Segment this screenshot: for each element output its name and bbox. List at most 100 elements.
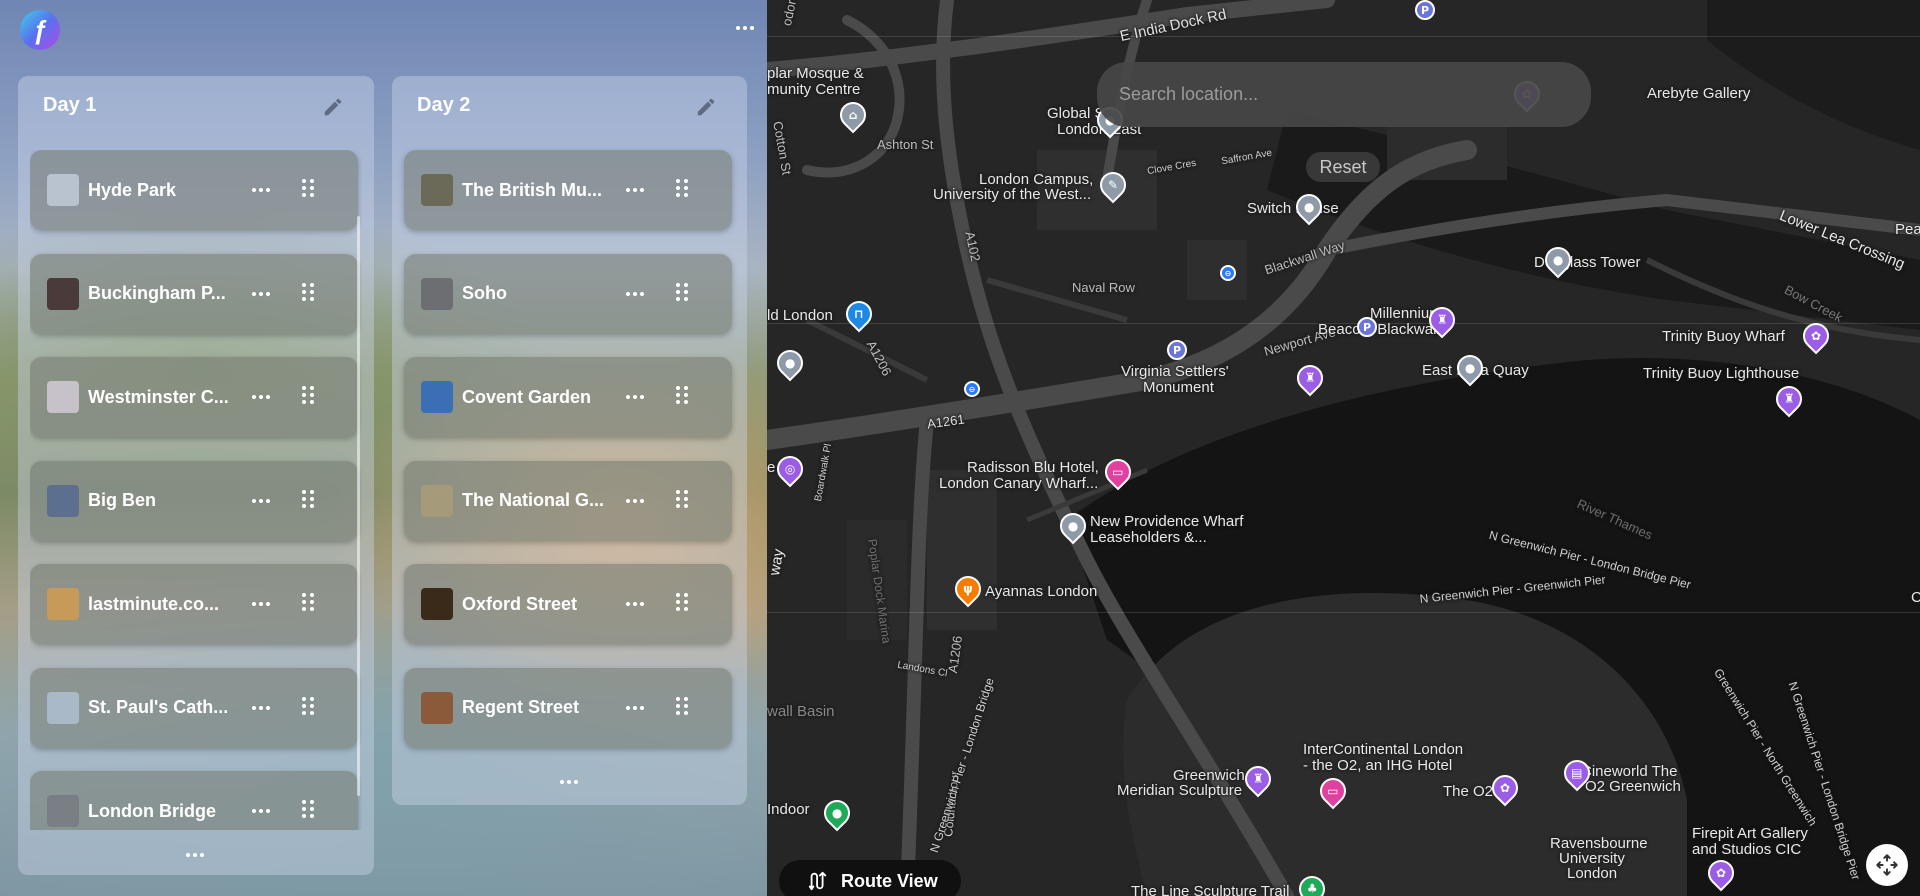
more-options-icon[interactable] xyxy=(250,594,272,614)
map-label: The Line Sculpture Trail xyxy=(1131,883,1290,896)
place-name: Buckingham P... xyxy=(88,283,226,303)
drag-handle-icon[interactable] xyxy=(302,593,316,613)
map-label: Trinity Buoy Lighthouse xyxy=(1643,365,1800,382)
edit-day-icon[interactable] xyxy=(695,96,717,118)
day-1-more-icon[interactable] xyxy=(180,848,210,862)
place-card[interactable]: Westminster C... xyxy=(30,357,358,437)
map-label: Firepit Art Gallery xyxy=(1692,825,1808,842)
place-thumbnail xyxy=(47,484,79,517)
search-bar[interactable] xyxy=(1097,62,1591,127)
more-options-icon[interactable] xyxy=(250,801,272,821)
place-thumbnail xyxy=(47,691,79,724)
drag-handle-icon[interactable] xyxy=(302,386,316,406)
map-label: O2 Greenwich xyxy=(1585,778,1681,795)
more-options-icon[interactable] xyxy=(624,284,646,304)
place-thumbnail xyxy=(421,691,453,724)
more-options-icon[interactable] xyxy=(624,180,646,200)
place-name: Soho xyxy=(462,283,507,303)
drag-handle-icon[interactable] xyxy=(676,386,690,406)
map-label: Radisson Blu Hotel, xyxy=(967,459,1099,476)
map-label: ld London xyxy=(767,307,833,324)
map-label: Greenwich xyxy=(1173,767,1245,784)
drag-handle-icon[interactable] xyxy=(302,282,316,303)
place-name: Westminster C... xyxy=(88,386,229,407)
more-options-icon[interactable] xyxy=(250,284,272,304)
place-name: St. Paul's Cath... xyxy=(88,697,229,717)
search-input[interactable] xyxy=(1119,84,1591,105)
drag-handle-icon[interactable] xyxy=(676,282,690,303)
reset-button[interactable]: Reset xyxy=(1306,152,1380,182)
map-label: Trinity Buoy Wharf xyxy=(1662,328,1785,345)
place-card[interactable]: Regent Street xyxy=(404,667,732,748)
place-card[interactable]: Hyde Park xyxy=(30,150,358,230)
place-card[interactable]: The National G... xyxy=(404,460,732,541)
panel-menu-icon[interactable] xyxy=(732,18,758,38)
place-name: Covent Garden xyxy=(462,386,592,407)
map-label: Leaseholders &... xyxy=(1090,529,1207,546)
place-card[interactable]: Covent Garden xyxy=(404,357,732,437)
map-grid-line xyxy=(767,612,1920,613)
place-name: The National G... xyxy=(462,490,605,510)
place-card[interactable]: St. Paul's Cath... xyxy=(30,667,358,748)
map-label: C xyxy=(1911,589,1920,606)
drag-handle-icon[interactable] xyxy=(676,179,690,199)
parking-pin-icon[interactable]: P xyxy=(1167,340,1187,360)
drag-handle-icon[interactable] xyxy=(676,593,690,613)
place-thumbnail xyxy=(47,795,79,827)
day-2-place-list: The British Mu... Soho Covent Garden The… xyxy=(404,150,735,771)
drag-handle-icon[interactable] xyxy=(302,489,316,510)
map-view[interactable]: E India Dock Rd plar Mosque & munity Cen… xyxy=(767,0,1920,896)
more-options-icon[interactable] xyxy=(250,698,272,718)
drag-handle-icon[interactable] xyxy=(676,696,690,717)
map-label: Indoor xyxy=(767,801,810,818)
place-card[interactable]: Big Ben xyxy=(30,460,358,541)
place-name: Regent Street xyxy=(462,697,580,717)
map-label: Meridian Sculpture xyxy=(1117,782,1243,799)
more-options-icon[interactable] xyxy=(250,180,272,200)
place-card[interactable]: Buckingham P... xyxy=(30,253,358,334)
more-options-icon[interactable] xyxy=(624,594,646,614)
edit-day-icon[interactable] xyxy=(322,96,344,118)
day-title: Day 1 xyxy=(43,93,97,116)
more-options-icon[interactable] xyxy=(624,387,646,407)
drag-handle-icon[interactable] xyxy=(302,179,316,199)
scrollbar-thumb[interactable] xyxy=(357,216,360,796)
place-thumbnail xyxy=(47,277,79,310)
app-logo[interactable]: ƒ xyxy=(20,10,60,50)
more-options-icon[interactable] xyxy=(250,387,272,407)
place-thumbnail xyxy=(421,588,453,620)
day-2-more-icon[interactable] xyxy=(554,775,584,789)
more-options-icon[interactable] xyxy=(624,491,646,511)
place-name: The British Mu... xyxy=(462,179,603,200)
map-label: Ayannas London xyxy=(985,583,1098,600)
map-label: Naval Row xyxy=(1072,280,1135,295)
place-name: Hyde Park xyxy=(88,179,177,200)
map-label: University xyxy=(1559,850,1625,867)
fullscreen-button[interactable] xyxy=(1866,844,1908,886)
place-thumbnail xyxy=(421,174,453,206)
dlr-station-icon[interactable]: ⊖ xyxy=(1220,265,1236,281)
map-label: e xyxy=(767,459,776,476)
more-options-icon[interactable] xyxy=(624,698,646,718)
map-label: Monument xyxy=(1143,379,1214,396)
day-1-place-list: Hyde Park Buckingham P... Westminster C.… xyxy=(30,150,362,830)
route-view-button[interactable]: Route View xyxy=(779,860,961,896)
drag-handle-icon[interactable] xyxy=(302,696,316,717)
dlr-station-icon[interactable]: ⊖ xyxy=(964,381,980,397)
day-column-1: Day 1 Hyde Park Buckingham P... Westmins… xyxy=(18,76,374,875)
drag-handle-icon[interactable] xyxy=(302,800,316,820)
place-card[interactable]: The British Mu... xyxy=(404,150,732,230)
drag-handle-icon[interactable] xyxy=(676,489,690,510)
place-card[interactable]: Soho xyxy=(404,253,732,334)
place-card[interactable]: London Bridge xyxy=(30,771,358,830)
place-name: London Bridge xyxy=(88,800,216,821)
place-thumbnail xyxy=(47,381,79,413)
place-name: lastminute.co... xyxy=(88,593,220,614)
map-label: London Canary Wharf... xyxy=(939,475,1099,492)
map-label: Virginia Settlers' xyxy=(1121,363,1229,380)
parking-pin-icon[interactable]: P xyxy=(1415,0,1435,20)
place-card[interactable]: Oxford Street xyxy=(404,564,732,644)
more-options-icon[interactable] xyxy=(250,491,272,511)
place-card[interactable]: lastminute.co... xyxy=(30,564,358,644)
parking-pin-icon[interactable]: P xyxy=(1357,317,1377,337)
